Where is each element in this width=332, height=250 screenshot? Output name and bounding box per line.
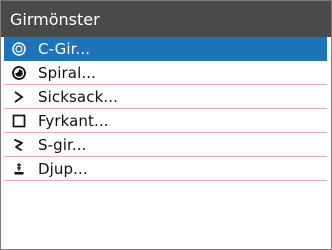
circle-loop-icon bbox=[8, 40, 30, 58]
menu-item-s-turn[interactable]: S-gir... bbox=[4, 133, 327, 157]
square-icon bbox=[8, 112, 30, 130]
menu-item-label: S-gir... bbox=[38, 136, 87, 154]
s-turn-icon bbox=[8, 136, 30, 154]
zigzag-icon bbox=[8, 88, 30, 106]
menu-item-label: Fyrkant... bbox=[38, 112, 109, 130]
menu-item-label: C-Gir... bbox=[38, 40, 91, 58]
menu-item-c-turn[interactable]: C-Gir... bbox=[4, 37, 327, 61]
dialog-title-bar: Girmönster bbox=[1, 1, 331, 37]
turn-pattern-list: C-Gir... Spiral... Sicksack... Fyrkant..… bbox=[1, 37, 331, 181]
menu-item-label: Djup... bbox=[38, 160, 88, 178]
menu-item-depth[interactable]: Djup... bbox=[4, 157, 327, 181]
menu-item-label: Sicksack... bbox=[38, 88, 118, 106]
menu-item-square[interactable]: Fyrkant... bbox=[4, 109, 327, 133]
menu-item-zigzag[interactable]: Sicksack... bbox=[4, 85, 327, 109]
dialog-title: Girmönster bbox=[10, 9, 100, 29]
menu-item-spiral[interactable]: Spiral... bbox=[4, 61, 327, 85]
depth-icon bbox=[8, 160, 30, 178]
menu-item-label: Spiral... bbox=[38, 64, 96, 82]
turn-pattern-dialog: Girmönster C-Gir... Spiral... Sicksack..… bbox=[0, 0, 332, 250]
spiral-icon bbox=[8, 64, 30, 82]
